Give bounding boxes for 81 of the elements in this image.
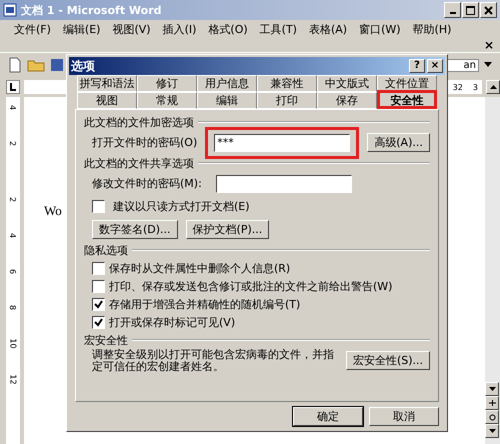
folder-icon[interactable] (27, 58, 45, 72)
password-field[interactable] (216, 174, 352, 192)
checkbox[interactable] (92, 298, 105, 310)
menu-item[interactable]: 表格(A) (308, 22, 348, 36)
tab[interactable]: 修订 (137, 75, 197, 92)
section-heading: 隐私选项 (84, 242, 128, 258)
macro-description: 调整安全级别以打开可能包含宏病毒的文件，并指定可信任的宏创建者姓名。 (92, 348, 335, 372)
password-field[interactable]: *** (214, 134, 350, 152)
advanced-button[interactable]: 高级(A)... (367, 133, 430, 152)
checkbox[interactable] (92, 316, 105, 328)
section-heading: 此文档的文件共享选项 (84, 156, 194, 170)
checkbox-label: 存储用于增强合并精确性的随机编号(T) (109, 296, 300, 312)
ruler-number: 4 (8, 104, 18, 110)
menu-item[interactable]: 格式(O) (208, 22, 248, 36)
tab[interactable]: 用户信息 (197, 75, 257, 92)
previous-page-button[interactable] (485, 396, 499, 410)
tab[interactable]: 中文版式 (317, 75, 377, 92)
ruler-number: 8 (8, 304, 18, 310)
dialog-button[interactable]: 保护文档(P)... (186, 220, 270, 239)
window-title: 文档 1 - Microsoft Word (21, 2, 162, 18)
macro-security-button[interactable]: 宏安全性(S)... (346, 351, 430, 370)
maximize-button[interactable] (462, 2, 479, 18)
menu-item[interactable]: 窗口(W) (359, 22, 401, 36)
menu-item[interactable]: 文件(F) (14, 22, 51, 36)
section-heading: 此文档的文件加密选项 (84, 114, 194, 130)
menu-item[interactable]: 工具(T) (260, 22, 297, 36)
tab[interactable]: 安全性 (377, 90, 437, 109)
help-button[interactable]: ? (409, 59, 425, 73)
close-button[interactable]: × (427, 59, 443, 73)
menu-item[interactable]: 插入(I) (162, 22, 196, 36)
field-label: 打开文件时的密码(O) (92, 134, 198, 150)
field-label: 修改文件时的密码(M): (92, 176, 202, 192)
ruler-number: 10 (8, 338, 18, 349)
ruler-number: 6 (8, 268, 18, 274)
dialog-button[interactable]: 取消 (369, 407, 439, 426)
next-page-button[interactable] (485, 424, 499, 438)
close-icon (484, 6, 493, 14)
dropdown-arrow-icon[interactable] (484, 62, 492, 68)
checkbox-label: 打印、保存或发送包含修订或批注的文件之前给出警告(W) (109, 278, 392, 294)
checkbox[interactable] (92, 200, 105, 213)
checkbox-label: 保存时从文件属性中删除个人信息(R) (109, 260, 290, 276)
close-button[interactable] (480, 2, 497, 18)
tab[interactable]: 保存 (317, 92, 377, 109)
scrollbar[interactable] (485, 97, 500, 444)
document-icon (3, 3, 17, 17)
down-arrow-icon (488, 387, 496, 391)
new-document-icon[interactable] (8, 57, 22, 73)
ruler-number: 3 (472, 82, 478, 92)
checkbox-label: 建议以只读方式打开文档(E) (113, 199, 250, 214)
scroll-down-button[interactable] (485, 382, 499, 396)
tab[interactable]: 兼容性 (257, 75, 317, 92)
ruler-number: 12 (8, 374, 18, 385)
dialog-button[interactable]: 确定 (293, 407, 363, 426)
down-arrow-icon (488, 429, 496, 433)
ruler-number: 4 (8, 232, 18, 238)
tab[interactable]: 常规 (137, 92, 197, 109)
checkbox[interactable] (92, 262, 105, 274)
tab[interactable]: 编辑 (197, 92, 257, 109)
tab[interactable]: 拼写和语法 (77, 75, 137, 92)
dialog-button[interactable]: 数字签名(D)... (92, 220, 178, 239)
tab[interactable]: 打印 (257, 92, 317, 109)
tab[interactable]: 视图 (77, 92, 137, 109)
checkbox-label: 打开或保存时标记可见(V) (109, 314, 236, 330)
up-arrow-icon (490, 85, 496, 89)
dialog-title: 选项 (71, 58, 95, 74)
ruler-number: 32 (452, 82, 463, 92)
menu-item[interactable]: 编辑(E) (62, 22, 100, 36)
document-text: Wo (44, 203, 62, 218)
browse-object-button[interactable] (485, 410, 499, 424)
ruler-number: 2 (8, 140, 18, 146)
menu-item[interactable]: 视图(V) (112, 22, 151, 36)
checkbox[interactable] (92, 280, 105, 292)
minimize-button[interactable] (444, 2, 461, 18)
menu-item[interactable]: 帮助(H) (412, 22, 452, 36)
circle-icon (488, 414, 496, 420)
scroll-up-button[interactable] (486, 80, 500, 94)
section-heading: 宏安全性 (84, 332, 128, 348)
maximize-icon (466, 6, 475, 14)
ruler-number: 2 (8, 196, 18, 202)
close-menu-button[interactable]: × (484, 38, 494, 52)
tab-stop-icon[interactable] (6, 80, 20, 94)
